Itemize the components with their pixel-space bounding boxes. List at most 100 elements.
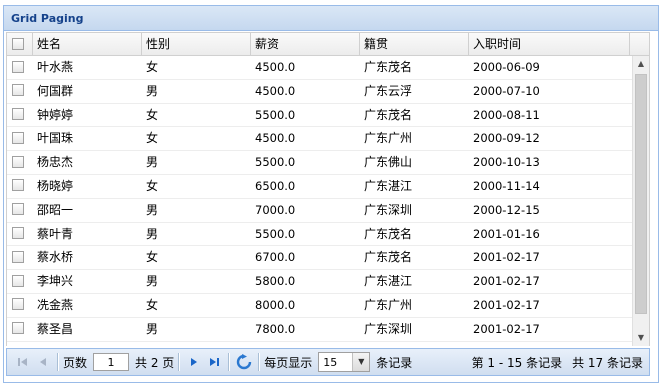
cell-hometown: 广东湛江 — [364, 178, 413, 193]
table-row[interactable]: 蔡水桥 女 6700.0 广东茂名 2001-02-17 — [7, 246, 649, 271]
column-header-spacer — [630, 33, 649, 55]
table-row[interactable]: 何国群 男 4500.0 广东云浮 2000-07-10 — [7, 80, 649, 104]
cell-hire-date: 2000-09-12 — [473, 131, 540, 146]
cell-name: 冼金燕 — [37, 297, 74, 312]
records-label: 条记录 — [376, 355, 413, 370]
row-checkbox[interactable] — [12, 179, 24, 192]
row-checkbox[interactable] — [12, 274, 24, 287]
row-checkbox[interactable] — [12, 108, 24, 121]
table-row[interactable]: 蔡叶青 男 5500.0 广东茂名 2001-01-16 — [7, 223, 649, 247]
column-header-hire-date[interactable]: 入职时间 — [469, 33, 630, 55]
total-info: 共 17 条记录 — [572, 355, 643, 370]
cell-name: 李坤兴 — [37, 274, 74, 289]
table-row[interactable]: 杨晓婷 女 6500.0 广东湛江 2000-11-14 — [7, 175, 649, 199]
row-checkbox-cell[interactable] — [7, 223, 33, 246]
range-info: 第 1 - 15 条记录 — [471, 355, 563, 370]
cell-salary: 4500.0 — [255, 83, 296, 98]
cell-name: 杨晓婷 — [37, 178, 74, 193]
cell-gender: 女 — [146, 250, 159, 265]
row-checkbox[interactable] — [12, 250, 24, 263]
cell-salary: 5800.0 — [255, 274, 296, 289]
row-checkbox-cell[interactable] — [7, 151, 33, 174]
row-checkbox-cell[interactable] — [7, 127, 33, 150]
table-row[interactable]: 叶水燕 女 4500.0 广东茂名 2000-06-09 — [7, 56, 649, 80]
row-checkbox-cell[interactable] — [7, 318, 33, 341]
table-row[interactable]: 冼金燕 女 8000.0 广东广州 2001-02-17 — [7, 294, 649, 318]
cell-gender: 女 — [146, 107, 159, 122]
cell-gender: 女 — [146, 131, 159, 146]
row-checkbox-cell[interactable] — [7, 294, 33, 317]
cell-gender: 男 — [146, 202, 159, 217]
row-checkbox[interactable] — [12, 322, 24, 335]
scroll-down-icon[interactable]: ▼ — [633, 330, 649, 346]
row-checkbox-cell[interactable] — [7, 56, 33, 79]
row-checkbox[interactable] — [12, 155, 24, 168]
toolbar-separator — [57, 353, 59, 371]
panel-title: Grid Paging — [4, 6, 658, 31]
row-checkbox-cell[interactable] — [7, 246, 33, 269]
cell-gender: 女 — [146, 178, 159, 193]
column-header-hometown[interactable]: 籍贯 — [360, 33, 469, 55]
column-header-name[interactable]: 姓名 — [33, 33, 142, 55]
row-checkbox-cell[interactable] — [7, 199, 33, 222]
row-checkbox-cell[interactable] — [7, 80, 33, 103]
page-number-input[interactable] — [93, 353, 130, 371]
row-checkbox[interactable] — [12, 60, 24, 73]
vertical-scrollbar[interactable]: ▲ ▼ — [632, 56, 649, 346]
first-page-icon[interactable] — [13, 352, 33, 372]
cell-hire-date: 2000-11-14 — [473, 178, 540, 193]
row-checkbox-cell[interactable] — [7, 175, 33, 198]
column-header-salary[interactable]: 薪资 — [251, 33, 360, 55]
cell-salary: 5500.0 — [255, 155, 296, 170]
row-checkbox[interactable] — [12, 203, 24, 216]
grid-body: 叶水燕女 4500.0 广东茂名 2000-06-09 何国群男 4500.0 广东云浮 20… — [6, 56, 650, 346]
cell-name: 何国群 — [37, 83, 74, 98]
scroll-up-icon[interactable]: ▲ — [633, 56, 649, 72]
cell-name: 蔡圣昌 — [37, 321, 74, 336]
cell-salary: 5500.0 — [255, 226, 296, 241]
cell-hometown: 广东茂名 — [364, 60, 413, 74]
table-row[interactable]: 李坤兴 男 5800.0 广东湛江 2001-02-17 — [7, 270, 649, 294]
cell-salary: 7000.0 — [255, 202, 296, 217]
chevron-down-icon[interactable]: ▼ — [352, 353, 370, 371]
cell-name: 蔡叶青 — [37, 226, 74, 241]
page-label: 页数 — [63, 355, 88, 370]
cell-gender: 女 — [146, 297, 159, 312]
table-row[interactable]: 蔡圣昌 男 7800.0 广东深圳 2001-02-17 — [7, 318, 649, 342]
select-all-checkbox-cell[interactable] — [7, 33, 33, 55]
cell-hire-date: 2001-02-17 — [473, 250, 540, 265]
table-row[interactable]: 钟婷婷 女 5500.0 广东茂名 2000-08-11 — [7, 104, 649, 128]
row-checkbox-cell[interactable] — [7, 270, 33, 293]
cell-gender: 男 — [146, 155, 159, 170]
toolbar-separator — [178, 353, 181, 371]
select-all-checkbox[interactable] — [12, 37, 24, 50]
refresh-icon[interactable] — [234, 352, 254, 372]
row-checkbox[interactable] — [12, 298, 24, 311]
row-checkbox-cell[interactable] — [7, 104, 33, 127]
table-row[interactable]: 杨忠杰 男 5500.0 广东佛山 2000-10-13 — [7, 151, 649, 175]
cell-hometown: 广东深圳 — [364, 202, 413, 217]
row-checkbox[interactable] — [12, 227, 24, 240]
cell-salary: 8000.0 — [255, 297, 296, 312]
prev-page-icon[interactable] — [33, 352, 53, 372]
row-checkbox[interactable] — [12, 84, 24, 97]
cell-hire-date: 2001-01-16 — [473, 226, 540, 241]
next-page-icon[interactable] — [184, 352, 204, 372]
table-row[interactable]: 邵昭一 男 7000.0 广东深圳 2000-12-15 — [7, 199, 649, 223]
cell-gender: 男 — [146, 226, 159, 241]
row-checkbox[interactable] — [12, 131, 24, 144]
cell-hire-date: 2001-02-17 — [473, 321, 540, 336]
table-row[interactable]: 叶国珠 女 4500.0 广东广州 2000-09-12 — [7, 127, 649, 152]
scroll-thumb[interactable] — [635, 74, 647, 314]
cell-salary: 6500.0 — [255, 178, 296, 193]
grid-rows: 叶水燕女 4500.0 广东茂名 2000-06-09 何国群男 4500.0 广东云浮 20… — [7, 56, 649, 342]
column-header-gender[interactable]: 性别 — [142, 33, 251, 55]
cell-hometown: 广东茂名 — [364, 226, 413, 241]
page-size-select[interactable]: 15 ▼ — [318, 352, 371, 372]
last-page-icon[interactable] — [204, 352, 224, 372]
per-page-label: 每页显示 — [264, 355, 313, 370]
cell-hometown: 广东佛山 — [364, 155, 413, 170]
page-size-value: 15 — [323, 355, 338, 369]
cell-name: 叶水燕 — [37, 60, 74, 74]
cell-hometown: 广东湛江 — [364, 274, 413, 289]
